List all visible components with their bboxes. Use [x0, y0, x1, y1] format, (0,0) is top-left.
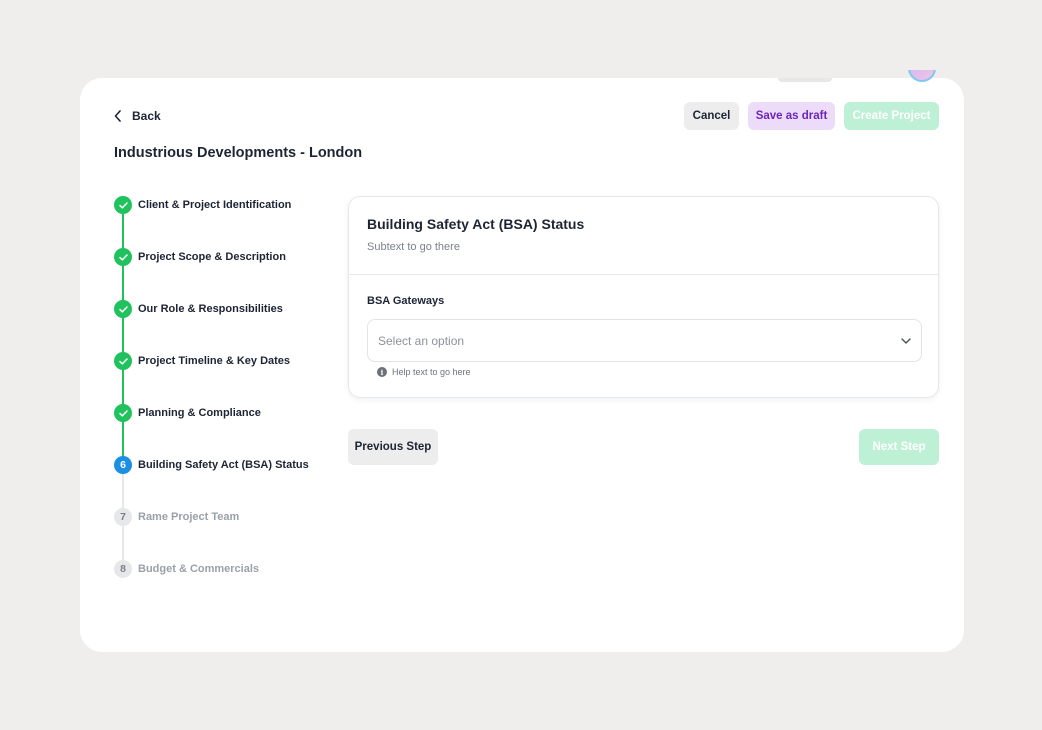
chevron-left-icon	[114, 110, 121, 122]
step-item-1[interactable]: Client & Project Identification	[114, 196, 291, 214]
step-label: Our Role & Responsibilities	[138, 303, 283, 315]
info-icon: i	[377, 367, 387, 377]
step-label: Budget & Commercials	[138, 563, 260, 575]
create-project-button[interactable]: Create Project	[844, 102, 939, 130]
step-number: 7	[114, 508, 132, 526]
help-text-row: i Help text to go here	[377, 367, 471, 377]
step-circle-done	[114, 248, 132, 266]
section-title: Building Safety Act (BSA) Status	[367, 216, 585, 232]
check-icon	[118, 409, 128, 417]
bsa-gateways-select[interactable]: Select an option	[367, 319, 922, 362]
step-label: Building Safety Act (BSA) Status	[138, 459, 309, 471]
form-panel: Building Safety Act (BSA) Status Subtext…	[348, 196, 939, 398]
check-icon	[118, 201, 128, 209]
step-item-5[interactable]: Planning & Compliance	[114, 404, 261, 422]
bsa-gateways-label: BSA Gateways	[367, 295, 445, 307]
step-circle-done	[114, 300, 132, 318]
back-button[interactable]: Back	[114, 106, 161, 126]
step-item-8[interactable]: 8 Budget & Commercials	[114, 560, 259, 578]
previous-step-button[interactable]: Previous Step	[348, 429, 438, 465]
back-label: Back	[132, 109, 161, 123]
step-item-4[interactable]: Project Timeline & Key Dates	[114, 352, 290, 370]
step-label: Project Timeline & Key Dates	[138, 355, 291, 367]
step-label: Client & Project Identification	[138, 199, 292, 211]
next-step-button[interactable]: Next Step	[859, 429, 939, 465]
select-placeholder: Select an option	[378, 333, 465, 348]
avatar[interactable]	[906, 70, 938, 84]
help-text: Help text to go here	[392, 367, 471, 377]
save-as-draft-button[interactable]: Save as draft	[748, 102, 835, 130]
page-title: Industrious Developments - London	[114, 145, 363, 161]
step-circle-done	[114, 404, 132, 422]
step-circle-done	[114, 196, 132, 214]
step-item-7[interactable]: 7 Rame Project Team	[114, 508, 239, 526]
check-icon	[118, 357, 128, 365]
step-item-3[interactable]: Our Role & Responsibilities	[114, 300, 283, 318]
step-number: 6	[114, 456, 132, 474]
step-label: Rame Project Team	[138, 511, 240, 523]
check-icon	[118, 305, 128, 313]
stepper: Client & Project Identification Project …	[114, 196, 334, 586]
check-icon	[118, 253, 128, 261]
step-label: Project Scope & Description	[138, 251, 286, 263]
cancel-button[interactable]: Cancel	[684, 102, 739, 130]
step-item-2[interactable]: Project Scope & Description	[114, 248, 286, 266]
step-label: Planning & Compliance	[138, 407, 261, 419]
divider	[349, 274, 938, 275]
chevron-down-icon	[901, 337, 911, 344]
step-circle-done	[114, 352, 132, 370]
section-subtitle: Subtext to go there	[367, 241, 460, 253]
header-chip	[778, 78, 832, 82]
step-number: 8	[114, 560, 132, 578]
step-item-6[interactable]: 6 Building Safety Act (BSA) Status	[114, 456, 309, 474]
